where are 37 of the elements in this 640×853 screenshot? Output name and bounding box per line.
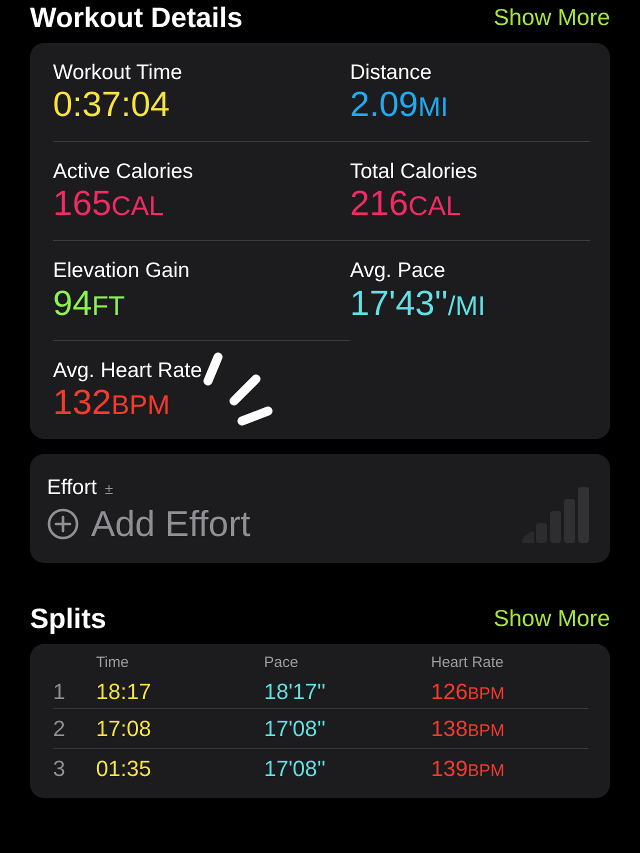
metric-value: 0:37:04 bbox=[53, 84, 171, 125]
split-heart-rate: 139BPM bbox=[431, 755, 506, 784]
section-title: Workout Details bbox=[30, 0, 243, 34]
split-heart-rate: 126BPM bbox=[431, 678, 506, 706]
split-pace: 17'08'' bbox=[264, 755, 327, 784]
split-pace: 18'17'' bbox=[264, 678, 327, 706]
plus-circle-icon bbox=[47, 508, 79, 540]
metric-label: Avg. Heart Rate bbox=[53, 358, 204, 383]
split-time: 01:35 bbox=[96, 755, 152, 784]
split-number: 2 bbox=[53, 715, 66, 744]
show-more-link[interactable]: Show More bbox=[494, 0, 610, 34]
plus-minus-symbol: ± bbox=[104, 481, 114, 498]
split-number: 3 bbox=[53, 755, 66, 784]
split-time: 17:08 bbox=[96, 715, 152, 744]
metric-label: Avg. Pace bbox=[350, 258, 446, 284]
metric-value: 17'43''/MI bbox=[350, 284, 486, 324]
section-title: Splits bbox=[30, 602, 106, 636]
show-more-link[interactable]: Show More bbox=[494, 601, 610, 636]
metric-value: 2.09MI bbox=[350, 84, 450, 125]
effort-label: Effort bbox=[47, 476, 97, 500]
metric-value: 132BPM bbox=[53, 383, 171, 424]
metric-label: Active Calories bbox=[53, 158, 194, 184]
column-header: Heart Rate bbox=[431, 652, 505, 673]
column-header: Time bbox=[96, 652, 130, 673]
metric-value: 165CAL bbox=[53, 184, 165, 224]
metric-label: Total Calories bbox=[350, 158, 478, 184]
column-header: Pace bbox=[264, 652, 300, 673]
split-pace: 17'08'' bbox=[264, 715, 327, 744]
metric-label: Elevation Gain bbox=[53, 258, 191, 284]
metric-value: 94FT bbox=[53, 284, 126, 324]
metric-value: 216CAL bbox=[350, 184, 462, 224]
split-number: 1 bbox=[53, 678, 66, 706]
add-effort-button[interactable]: Add Effort bbox=[47, 504, 250, 544]
metric-label: Workout Time bbox=[53, 60, 184, 85]
split-time: 18:17 bbox=[96, 678, 152, 706]
split-heart-rate: 138BPM bbox=[431, 715, 506, 744]
metric-label: Distance bbox=[350, 60, 433, 85]
